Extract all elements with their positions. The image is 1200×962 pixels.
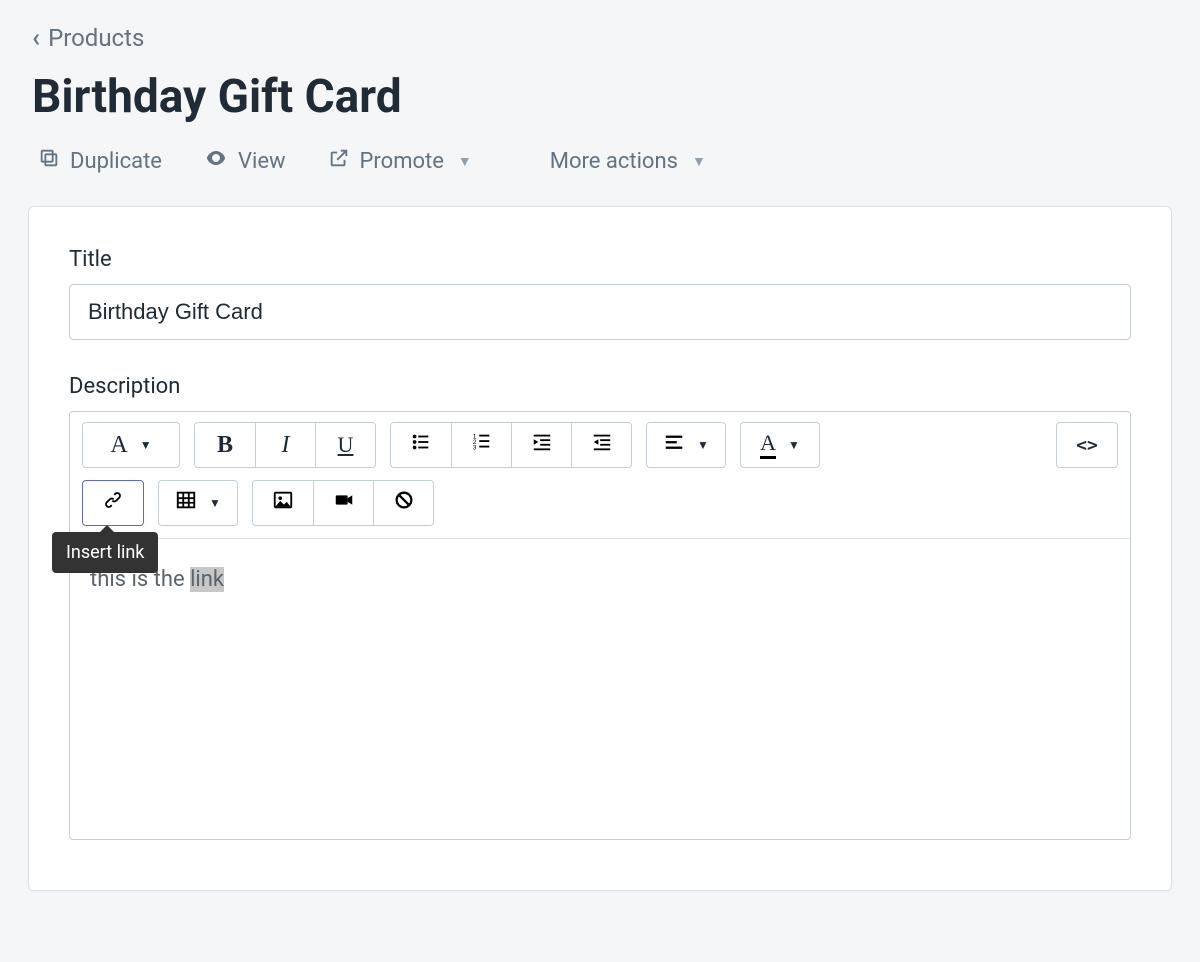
- rte-toolbar: A ▼ B I U: [70, 412, 1130, 539]
- page-title: Birthday Gift Card: [32, 70, 1168, 124]
- duplicate-button[interactable]: Duplicate: [38, 147, 162, 175]
- clear-formatting-button[interactable]: [373, 481, 433, 525]
- format-block-button[interactable]: A ▼: [83, 423, 179, 467]
- tooltip-insert-link: Insert link: [52, 532, 158, 573]
- eye-icon: [204, 146, 228, 176]
- underline-icon: U: [338, 432, 354, 458]
- bold-button[interactable]: B: [195, 423, 255, 467]
- view-button[interactable]: View: [204, 146, 286, 176]
- promote-label: Promote: [360, 149, 444, 174]
- indent-button[interactable]: [571, 423, 631, 467]
- more-actions-button[interactable]: More actions ▼: [550, 149, 706, 174]
- more-actions-label: More actions: [550, 149, 678, 174]
- code-icon: <>: [1076, 435, 1098, 456]
- code-view-button[interactable]: <>: [1057, 423, 1117, 467]
- align-left-icon: [663, 431, 685, 459]
- underline-button[interactable]: U: [315, 423, 375, 467]
- chevron-down-icon: ▼: [458, 153, 472, 170]
- title-field-label: Title: [69, 247, 1131, 272]
- link-group: [82, 480, 144, 526]
- insert-table-button[interactable]: ▼: [159, 481, 237, 525]
- insert-image-button[interactable]: [253, 481, 313, 525]
- text-color-icon: A: [760, 432, 776, 459]
- indent-icon: [591, 431, 613, 459]
- rich-text-editor: A ▼ B I U: [69, 411, 1131, 840]
- align-button[interactable]: ▼: [647, 423, 725, 467]
- chevron-down-icon: ▼: [692, 153, 706, 170]
- chevron-down-icon: ▼: [140, 438, 152, 452]
- insert-link-button[interactable]: [83, 481, 143, 525]
- promote-button[interactable]: Promote ▼: [328, 147, 472, 175]
- external-link-icon: [328, 147, 350, 175]
- media-group: [252, 480, 434, 526]
- action-bar: Duplicate View Promote ▼ More actions ▼: [28, 142, 1172, 206]
- insert-video-button[interactable]: [313, 481, 373, 525]
- align-group: ▼: [646, 422, 726, 468]
- rte-toolbar-row-1: A ▼ B I U: [82, 422, 1118, 468]
- italic-button[interactable]: I: [255, 423, 315, 467]
- outdent-button[interactable]: [511, 423, 571, 467]
- table-icon: [175, 489, 197, 517]
- product-card: Title Description A ▼ B I U: [28, 206, 1172, 891]
- table-group: ▼: [158, 480, 238, 526]
- view-label: View: [238, 149, 286, 174]
- clear-format-icon: [393, 489, 415, 517]
- tooltip-text: Insert link: [66, 542, 144, 563]
- page-root: ‹ Products Birthday Gift Card Duplicate …: [0, 0, 1200, 962]
- text-style-group: B I U: [194, 422, 376, 468]
- breadcrumb-label: Products: [48, 24, 144, 52]
- duplicate-icon: [38, 147, 60, 175]
- format-A-icon: A: [110, 432, 127, 459]
- format-block-group: A ▼: [82, 422, 180, 468]
- rte-body[interactable]: this is the link: [70, 539, 1130, 839]
- link-icon: [102, 489, 124, 517]
- numbered-list-icon: 123: [471, 431, 493, 459]
- svg-text:3: 3: [472, 444, 476, 451]
- chevron-down-icon: ▼: [697, 438, 709, 452]
- outdent-icon: [531, 431, 553, 459]
- bold-icon: B: [217, 432, 233, 459]
- title-input[interactable]: [69, 284, 1131, 340]
- video-icon: [333, 489, 355, 517]
- body-selection: link: [190, 567, 224, 592]
- duplicate-label: Duplicate: [70, 149, 162, 174]
- image-icon: [272, 489, 294, 517]
- code-view-group: <>: [1056, 422, 1118, 468]
- text-color-button[interactable]: A ▼: [741, 423, 819, 467]
- bulleted-list-icon: [410, 431, 432, 459]
- bulleted-list-button[interactable]: [391, 423, 451, 467]
- text-color-group: A ▼: [740, 422, 820, 468]
- italic-icon: I: [282, 432, 290, 459]
- numbered-list-button[interactable]: 123: [451, 423, 511, 467]
- chevron-down-icon: ▼: [788, 438, 800, 452]
- chevron-left-icon: ‹: [32, 25, 40, 51]
- description-field-label: Description: [69, 374, 1131, 399]
- rte-toolbar-row-2: ▼: [82, 480, 1118, 526]
- list-indent-group: 123: [390, 422, 632, 468]
- chevron-down-icon: ▼: [209, 496, 221, 510]
- breadcrumb[interactable]: ‹ Products: [28, 12, 1172, 56]
